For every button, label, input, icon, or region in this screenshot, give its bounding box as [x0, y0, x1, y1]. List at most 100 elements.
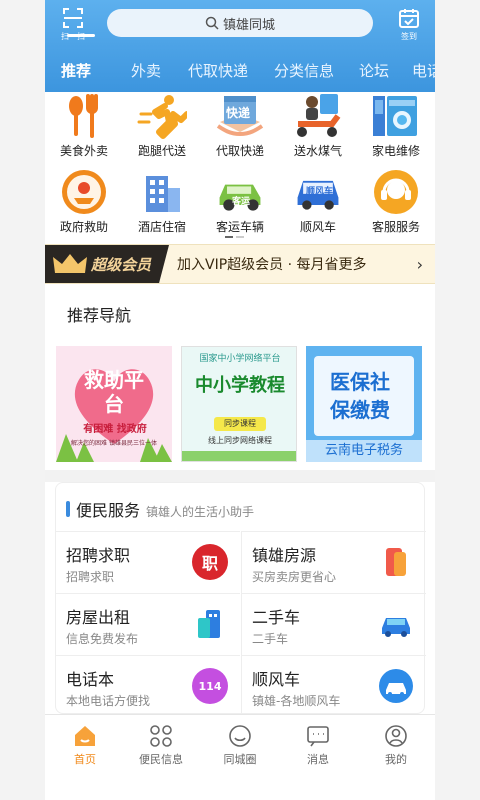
search-bar[interactable]: 镇雄同城 — [107, 9, 373, 37]
banner-k12-course[interactable]: 国家中小学网络平台 中小学教程 同步课程 线上同步网络课程 — [181, 346, 297, 462]
grid-item-appliance[interactable]: 家电维修 — [357, 92, 435, 164]
page-indicator — [225, 236, 244, 238]
fork-spoon-icon — [58, 92, 110, 140]
chevron-right-icon: › — [416, 254, 423, 274]
smile-icon — [229, 725, 251, 747]
grid-item-food[interactable]: 美食外卖 — [45, 92, 123, 164]
tab-phone[interactable]: 电话 — [412, 60, 435, 81]
vip-badge-text: 超级会员 — [91, 255, 152, 274]
grid-label: 送水煤气 — [293, 144, 342, 158]
grid-item-gov-aid[interactable]: 政府救助 — [45, 168, 123, 240]
service-item-rideshare[interactable]: 顺风车 镇雄-各地顺风车 — [242, 655, 426, 717]
grid-label: 代取快递 — [215, 144, 264, 158]
rideshare-icon — [379, 669, 413, 703]
grid-label: 顺风车 — [299, 220, 336, 234]
services-accent-bar — [66, 501, 70, 517]
nav-info[interactable]: 便民信息 — [131, 723, 191, 767]
nav-messages[interactable]: 消息 — [288, 723, 348, 767]
banner-aid-sub: 有困难 找政府 — [83, 424, 147, 435]
phone-book-icon: 114 — [192, 668, 228, 704]
tab-classified[interactable]: 分类信息 — [274, 60, 334, 81]
service-item-housing[interactable]: 镇雄房源 买房卖房更省心 — [242, 531, 426, 593]
services-title: 便民服务 — [76, 501, 141, 520]
rideshare-badge-text: 顺风车 — [306, 187, 334, 197]
hotel-icon — [136, 168, 188, 216]
grid-item-express[interactable]: 快递 代取快递 — [201, 92, 279, 164]
nav-home[interactable]: 首页 — [55, 723, 115, 767]
crown-icon — [53, 254, 87, 273]
service-name: 电话本 — [66, 670, 115, 689]
service-name: 房屋出租 — [66, 608, 131, 627]
passenger-badge-text: 客运 — [232, 197, 251, 207]
banner-k12-tag: 同步课程 — [214, 417, 266, 431]
grid-item-errand[interactable]: 跑腿代送 — [123, 92, 201, 164]
grid-item-rideshare[interactable]: 顺风车 顺风车 — [279, 168, 357, 240]
top-header: 扫一扫 镇雄同城 签到 推荐 外卖 代取快递 分类信息 论坛 电话 — [45, 0, 435, 92]
nav-circle[interactable]: 同城圈 — [210, 723, 270, 767]
tab-forum[interactable]: 论坛 — [359, 60, 389, 81]
message-icon — [307, 726, 329, 747]
category-tabs: 推荐 外卖 代取快递 分类信息 论坛 电话 — [45, 52, 435, 88]
grid-label: 跑腿代送 — [137, 144, 186, 158]
checkin-label: 签到 — [401, 32, 417, 41]
scan-icon — [63, 8, 83, 28]
banner-medical-bottom: 云南电子税务 — [306, 440, 422, 462]
grid-item-customer-service[interactable]: 客服服务 — [357, 168, 435, 240]
delivery-scooter-icon — [292, 92, 344, 140]
search-text: 镇雄同城 — [222, 17, 275, 33]
house-icon — [386, 548, 406, 576]
grid-label: 政府救助 — [59, 220, 108, 234]
service-desc: 二手车 — [252, 632, 289, 646]
runner-icon — [136, 92, 188, 140]
service-name: 招聘求职 — [66, 546, 131, 565]
banner-aid-note: 解决您的困难 镇雄县民三位一体 — [71, 440, 157, 447]
service-item-jobs[interactable]: 招聘求职 招聘求职 职 — [56, 531, 240, 593]
service-desc: 本地电话方便找 — [66, 694, 151, 708]
banner-aid-title: 救助平台 — [84, 368, 144, 416]
banner-medical-title2: 保缴费 — [330, 398, 390, 422]
banner-medical-insurance[interactable]: 医保社 保缴费 云南电子税务 — [306, 346, 422, 462]
service-name: 顺风车 — [252, 670, 301, 689]
grid-item-hotel[interactable]: 酒店住宿 — [123, 168, 201, 240]
bottom-navigation: 首页 便民信息 同城圈 消息 我的 — [45, 714, 435, 800]
job-icon: 职 — [192, 544, 228, 580]
vip-banner[interactable]: 超级会员 加入VIP超级会员 · 每月省更多 › — [45, 244, 435, 284]
service-grid: 美食外卖 跑腿代送 快递 代取快递 送水煤气 家电维修 政府救助 酒店住宿 客运… — [45, 92, 435, 240]
recommend-title: 推荐导航 — [67, 306, 132, 325]
tab-takeout[interactable]: 外卖 — [131, 60, 161, 81]
grid-item-water-gas[interactable]: 送水煤气 — [279, 92, 357, 164]
headset-icon — [370, 168, 422, 216]
service-desc: 招聘求职 — [66, 570, 115, 584]
banner-k12-top: 国家中小学网络平台 — [199, 354, 281, 364]
home-icon — [75, 726, 95, 746]
appliance-icon — [370, 92, 422, 140]
nav-label: 便民信息 — [139, 753, 183, 766]
banner-medical-title1: 医保社 — [330, 370, 390, 394]
rideshare-car-icon: 顺风车 — [292, 168, 344, 216]
profile-icon — [385, 725, 407, 747]
service-item-phonebook[interactable]: 电话本 本地电话方便找 114 — [56, 655, 240, 717]
service-desc: 信息免费发布 — [66, 632, 139, 646]
nav-label: 我的 — [385, 753, 407, 766]
banner-aid-platform[interactable]: 救助平台 有困难 找政府 解决您的困难 镇雄县民三位一体 — [56, 346, 172, 462]
calendar-check-icon — [399, 9, 419, 28]
grid-label: 家电维修 — [371, 144, 420, 158]
nav-label: 同城圈 — [223, 753, 257, 766]
grid-item-passenger[interactable]: 客运 客运车辆 — [201, 168, 279, 240]
banner-k12-sub: 线上同步网络课程 — [208, 436, 272, 445]
services-subtitle: 镇雄人的生活小助手 — [146, 505, 255, 519]
banner-k12-title: 中小学教程 — [195, 375, 285, 396]
services-header: 便民服务 镇雄人的生活小助手 — [66, 497, 254, 521]
convenience-services: 便民服务 镇雄人的生活小助手 招聘求职 招聘求职 职 镇雄房源 买房卖房更省心 … — [55, 482, 426, 717]
checkin-button[interactable]: 签到 — [389, 6, 429, 42]
nav-label: 首页 — [74, 753, 96, 766]
nav-profile[interactable]: 我的 — [366, 723, 426, 767]
grid-label: 客服服务 — [371, 220, 420, 234]
tab-recommend[interactable]: 推荐 — [61, 60, 91, 81]
section-divider — [45, 470, 435, 482]
service-item-rental[interactable]: 房屋出租 信息免费发布 — [56, 593, 240, 655]
aid-badge-icon — [58, 168, 110, 216]
tab-express[interactable]: 代取快递 — [188, 60, 248, 81]
vip-badge: 超级会员 — [45, 245, 169, 283]
service-item-used-car[interactable]: 二手车 二手车 — [242, 593, 426, 655]
